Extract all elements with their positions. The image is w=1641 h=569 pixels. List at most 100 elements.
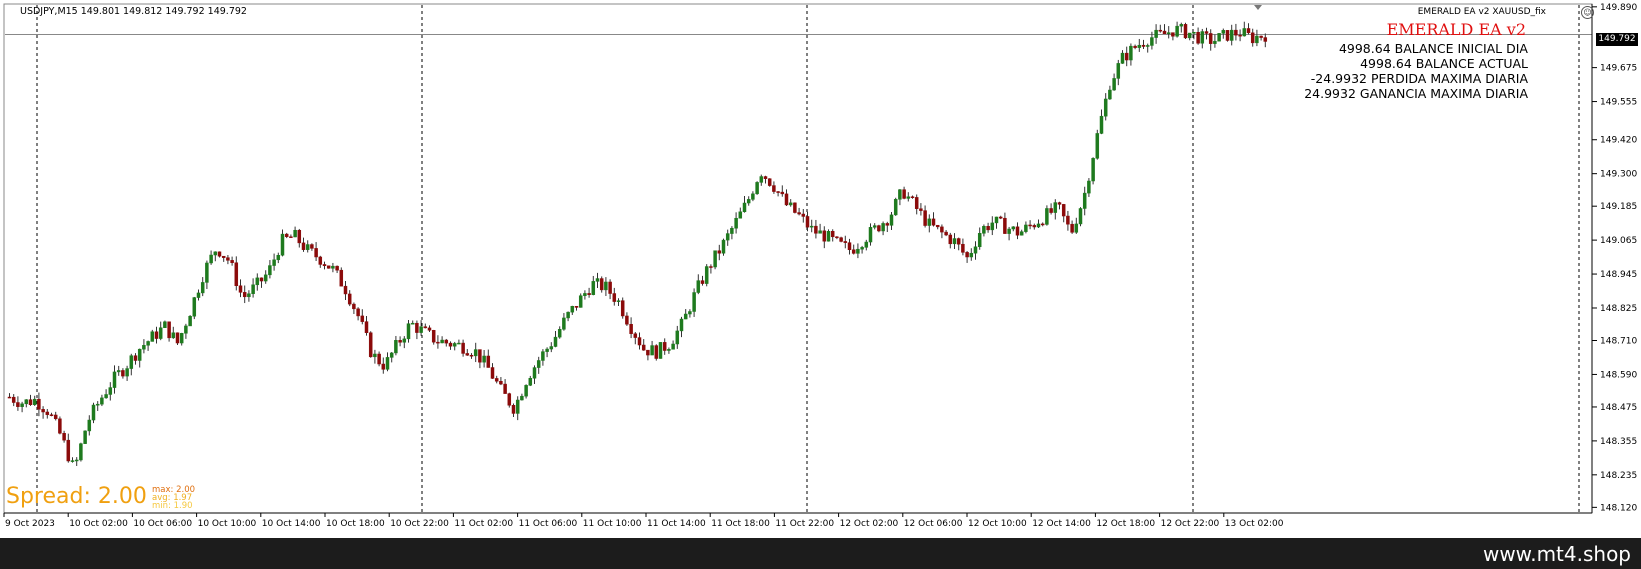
candle-body (608, 281, 612, 294)
candle-body (125, 368, 129, 377)
candle-body (557, 329, 562, 338)
candle-body (877, 225, 881, 232)
candle-body (66, 439, 71, 462)
candle-body (940, 226, 944, 233)
candle-body (667, 349, 671, 351)
candle-body (872, 225, 877, 228)
time-tick-label: 10 Oct 06:00 (133, 519, 192, 529)
candle-body (171, 332, 176, 339)
candle-body (95, 403, 100, 406)
candle-body (1208, 33, 1213, 44)
candle-body (776, 191, 780, 193)
candle-body (1166, 32, 1171, 35)
price-tick-label: 148.945 (1600, 270, 1637, 280)
candle-body (780, 191, 785, 195)
candle-body (746, 199, 751, 204)
candle-body (566, 311, 570, 319)
candle-body (1200, 31, 1205, 44)
candle-body (108, 387, 113, 395)
candle-body (914, 197, 919, 209)
candle-body (1061, 204, 1066, 217)
candle-body (528, 377, 533, 386)
candle-body (150, 331, 155, 342)
candle-body (868, 227, 873, 243)
candle-body (809, 225, 814, 228)
price-tick-label: 149.185 (1600, 202, 1637, 212)
candle-body (158, 327, 163, 339)
candle-body (364, 321, 369, 333)
time-tick-label: 12 Oct 18:00 (1096, 519, 1155, 529)
candle-body (961, 243, 965, 253)
smiley-icon[interactable]: ☺ (1581, 6, 1594, 19)
candle-body (725, 233, 730, 241)
candle-body (763, 176, 768, 179)
candle-body (793, 202, 797, 213)
chart-area[interactable]: 149.890 149.675 149.555 149.420 149.300 149.1… (0, 0, 1641, 569)
candle-body (587, 293, 591, 295)
candle-body (562, 317, 566, 330)
candle-body (1150, 37, 1154, 46)
time-tick-label: 12 Oct 06:00 (904, 519, 963, 529)
candle-body (1229, 29, 1234, 41)
time-tick-label: 11 Oct 14:00 (647, 519, 706, 529)
footer-brand[interactable]: www.mt4.shop (1483, 542, 1631, 566)
candle-body (1221, 30, 1226, 34)
candle-body (1007, 228, 1011, 234)
candle-body (289, 236, 293, 238)
candle-body (129, 355, 134, 369)
candle-body (864, 241, 869, 248)
candle-body (1242, 28, 1247, 37)
candle-body (1078, 208, 1083, 225)
candle-body (1040, 223, 1045, 226)
candle-body (986, 226, 990, 231)
candle-body (242, 292, 247, 298)
candle-body (104, 394, 108, 399)
current-price-marker: 149.792 (1596, 33, 1638, 46)
candle-body (192, 297, 197, 317)
candle-body (314, 248, 318, 258)
candle-body (326, 265, 331, 269)
candle-body (310, 244, 314, 249)
candle-body (948, 234, 953, 245)
candle-body (200, 282, 205, 294)
candle-body (1099, 115, 1104, 134)
candle-body (641, 344, 646, 351)
candle-body (994, 216, 999, 224)
candle-body (998, 216, 1003, 219)
candle-body (536, 360, 541, 368)
candle-body (16, 402, 20, 407)
candle-body (578, 295, 583, 308)
candle-body (188, 315, 192, 327)
candle-body (1082, 192, 1087, 209)
candle-body (1246, 28, 1251, 34)
price-tick-label: 148.710 (1600, 337, 1637, 347)
candle-body (318, 256, 323, 265)
candle-body (692, 292, 696, 312)
candle-body (520, 395, 524, 401)
candle-body (41, 409, 45, 413)
candle-body (751, 193, 755, 200)
candle-body (969, 252, 974, 258)
candle-body (1036, 223, 1041, 228)
candle-body (461, 342, 465, 354)
candle-body (893, 199, 898, 216)
time-tick-label: 11 Oct 22:00 (775, 519, 834, 529)
candle-body (196, 292, 201, 298)
candle-body (20, 403, 24, 407)
candle-body (1196, 31, 1200, 44)
candle-body (389, 352, 394, 358)
candle-body (230, 260, 234, 263)
price-tick-label: 149.675 (1600, 64, 1637, 74)
candle-body (658, 342, 663, 359)
candle-body (730, 227, 734, 234)
candle-body (767, 178, 772, 186)
candle-body (856, 248, 860, 254)
candle-body (965, 252, 969, 258)
candle-body (49, 414, 54, 416)
candle-body (1091, 158, 1095, 182)
candle-body (788, 202, 793, 206)
candle-body (675, 330, 680, 345)
candle-body (1234, 29, 1238, 36)
candle-body (142, 345, 146, 350)
candle-body (217, 251, 222, 257)
